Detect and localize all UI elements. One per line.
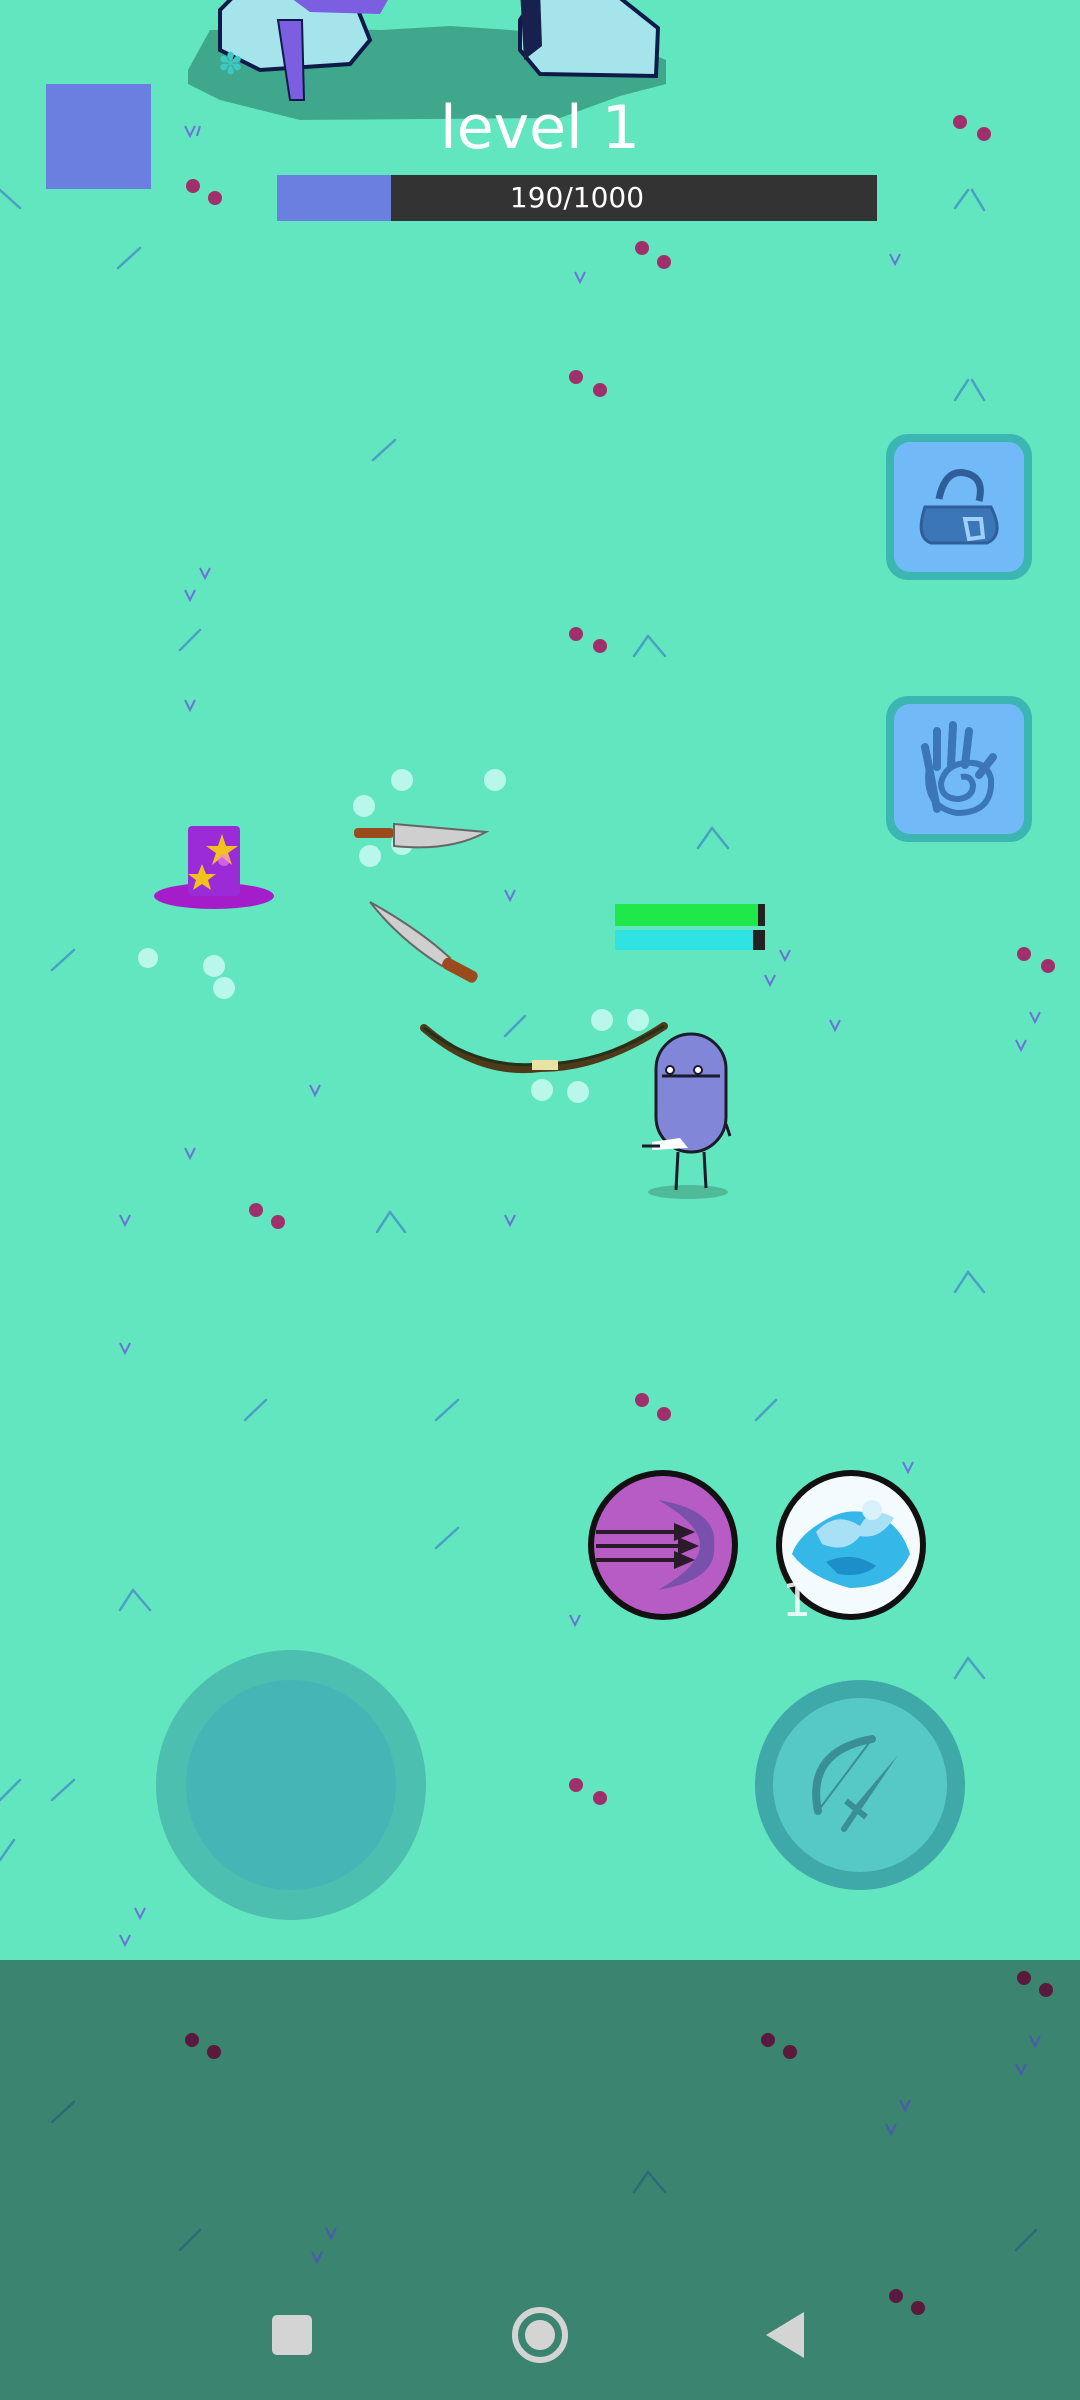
- flower-icon: [569, 370, 607, 397]
- mana-bar-fill: [615, 930, 753, 950]
- circle-icon: [512, 2307, 568, 2363]
- level-label: level 1: [440, 93, 640, 163]
- xp-progress-bar: 190/1000: [277, 175, 877, 221]
- flower-icon: [249, 1203, 285, 1229]
- spiral-hand-icon: [921, 721, 997, 817]
- flower-icon: [1017, 947, 1055, 973]
- water-skill-charges: 1: [782, 1573, 812, 1627]
- attack-button[interactable]: [755, 1680, 965, 1890]
- joystick-knob[interactable]: [186, 1680, 396, 1890]
- svg-text:✽: ✽: [218, 47, 243, 82]
- recents-button[interactable]: [247, 2290, 337, 2380]
- player-character: [642, 1032, 732, 1199]
- system-navigation-bar: [0, 2290, 1080, 2380]
- bow-sword-icon: [812, 1735, 898, 1832]
- orbiting-knife: [369, 901, 478, 983]
- flower-icon: [635, 241, 671, 269]
- flower-icon: [635, 1393, 671, 1421]
- bag-icon: [919, 469, 999, 545]
- flower-icon: [569, 1778, 607, 1805]
- triple-arrow-icon: [594, 1476, 732, 1614]
- player-status-bars: [615, 904, 765, 952]
- flower-icon: [186, 179, 222, 205]
- triangle-back-icon: [766, 2312, 804, 2358]
- home-button[interactable]: [495, 2290, 585, 2380]
- game-field[interactable]: ✽ level 1 190/1000 1: [0, 0, 1080, 1960]
- inventory-button[interactable]: [886, 434, 1032, 580]
- flower-icon: [569, 627, 607, 653]
- xp-progress-text: 190/1000: [509, 181, 645, 214]
- mana-bar: [615, 930, 765, 950]
- health-bar-fill: [615, 904, 758, 926]
- movement-joystick[interactable]: [156, 1650, 426, 1920]
- attack-button-face[interactable]: [773, 1698, 947, 1872]
- square-icon: [272, 2315, 312, 2355]
- dash-skill-button[interactable]: [588, 1470, 738, 1620]
- orbiting-knife: [354, 822, 490, 849]
- back-button[interactable]: [740, 2290, 830, 2380]
- health-bar: [615, 904, 765, 926]
- spell-book-button[interactable]: [886, 696, 1032, 842]
